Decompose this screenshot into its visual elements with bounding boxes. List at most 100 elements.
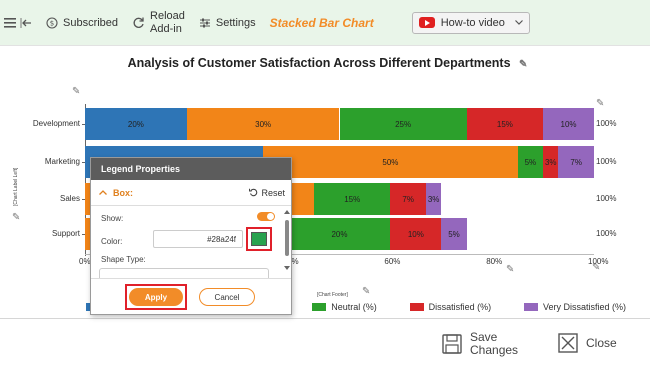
menu-icon[interactable] [4,17,16,28]
bar-segment: 7% [390,183,427,215]
bar-data-label: 5% [448,229,460,239]
legend-label: Dissatisfied (%) [428,302,492,312]
chevron-up-icon[interactable] [99,190,107,195]
svg-text:$: $ [50,19,54,27]
show-toggle[interactable] [257,212,275,221]
category-label: Sales [59,194,80,203]
save-label-line2: Changes [470,343,519,357]
bar-data-label: 25% [395,119,412,129]
bar-data-label: 7% [402,194,414,204]
x-tick-label: 60% [384,257,401,266]
bar-segment: 10% [390,218,442,250]
reload-label-line1: Reload [150,9,185,22]
edit-pencil-icon[interactable]: ✎ [72,86,80,97]
settings-button[interactable]: Settings [199,17,256,29]
bar-data-label: 30% [255,119,272,129]
close-icon [558,333,578,353]
bar-data-label: 15% [344,194,361,204]
howto-label: How-to video [440,16,505,29]
apply-button[interactable]: Apply [129,288,183,306]
bottom-bar: Save Changes Close [0,318,650,373]
bar-segment: 20% [288,218,391,250]
chevron-down-icon [514,20,523,25]
reset-button[interactable]: Reset [249,188,285,198]
scroll-down-icon[interactable] [284,266,290,270]
bar-segment: 7% [558,146,594,178]
box-section-label: Box: [113,187,133,198]
reload-addin-button[interactable]: Reload Add-in [132,10,185,36]
bar-data-label: 5% [524,157,537,167]
edit-pencil-icon[interactable]: ✎ [12,212,20,223]
bar-segment: 30% [186,108,340,140]
shape-type-label: Shape Type: [101,255,146,264]
cancel-button[interactable]: Cancel [199,288,255,306]
category-label: Marketing [44,157,80,166]
edit-pencil-icon[interactable]: ✎ [506,264,514,275]
bar-data-label: 10% [560,119,577,129]
legend-label: Neutral (%) [331,302,377,312]
bar-data-label: 3% [544,157,557,167]
total-label: 100% [596,157,617,166]
close-button[interactable]: Close [558,333,617,353]
legend-item[interactable]: Very Dissatisfied (%) [523,302,626,312]
subscribed-label: Subscribed [63,16,119,29]
scroll-up-icon[interactable] [284,210,290,214]
toolbar: $ Subscribed Reload Add-in Settings Stac… [0,0,650,46]
sliders-icon [199,17,211,29]
bar-segment: 20% [85,108,187,140]
reload-icon [132,16,145,29]
bar-data-label: 3% [427,194,440,204]
chart-title-row: Analysis of Customer Satisfaction Across… [0,56,650,70]
shape-type-select[interactable] [99,268,269,278]
legend-item[interactable]: Dissatisfied (%) [409,302,492,312]
edit-pencil-icon[interactable]: ✎ [519,59,527,70]
bar-segment: 3% [426,183,442,215]
total-label: 100% [596,194,617,203]
edit-pencil-icon[interactable]: ✎ [596,98,604,109]
color-swatch[interactable] [251,232,267,246]
edit-pencil-icon[interactable]: ✎ [362,286,370,297]
chart-title[interactable]: Analysis of Customer Satisfaction Across… [128,56,511,70]
save-label-group: Save Changes [470,331,518,357]
legend-swatch [409,303,424,311]
legend-properties-panel: Legend Properties Box: Reset Show: Color… [90,157,292,315]
show-label: Show: [101,214,124,223]
panel-title: Legend Properties [101,164,181,174]
subscribed-button[interactable]: $ Subscribed [46,17,118,29]
reload-label-group: Reload Add-in [150,10,185,36]
bar-segment: 3% [543,146,559,178]
legend-swatch [312,303,327,311]
bar-segment: 15% [314,183,391,215]
back-arrow-icon[interactable] [20,17,32,29]
color-hex-input[interactable]: #28a24f [153,230,243,248]
bar-data-label: 20% [127,119,144,129]
save-icon [442,334,462,354]
scroll-thumb[interactable] [285,220,289,256]
reset-label: Reset [261,187,285,198]
chart-label-left: [Chart Label Left] [13,167,19,206]
panel-footer [91,278,291,314]
chart-type-label: Stacked Bar Chart [269,15,374,30]
total-label: 100% [596,229,617,238]
bar-segment: 10% [543,108,594,140]
bar-data-label: 15% [496,119,513,129]
reload-label-line2: Add-in [150,22,182,35]
bar-segment: 5% [441,218,467,250]
bar-data-label: 7% [570,157,582,167]
legend-item[interactable]: Neutral (%) [312,302,377,312]
total-label: 100% [596,119,617,128]
howto-video-dropdown[interactable]: How-to video [411,11,530,34]
edit-pencil-icon[interactable]: ✎ [592,262,600,273]
youtube-icon [418,17,435,28]
category-label: Development [32,119,80,128]
reset-icon [249,188,258,197]
dollar-circle-icon: $ [46,16,58,29]
color-hex-value: #28a24f [207,234,236,244]
panel-header[interactable]: Legend Properties [91,158,291,180]
color-label: Color: [101,237,123,246]
box-section-header[interactable]: Box: Reset [91,180,291,206]
bar-segment: 50% [263,146,518,178]
x-tick-label: 0% [79,257,91,266]
close-label: Close [586,336,617,350]
save-changes-button[interactable]: Save Changes [442,331,518,357]
